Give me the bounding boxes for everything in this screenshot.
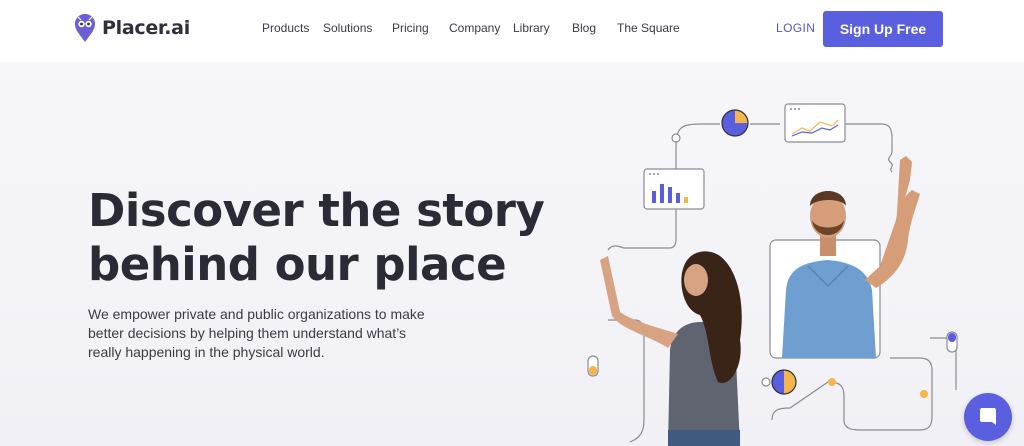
pie-chart-icon-bottom (771, 369, 797, 395)
nav-company[interactable]: Company (449, 21, 500, 35)
sign-up-button[interactable]: Sign Up Free (823, 11, 943, 47)
chat-button[interactable] (964, 393, 1012, 441)
connector-node (671, 133, 681, 143)
hero-headline: Discover the story behind our place (88, 184, 548, 292)
pie-chart-icon (721, 109, 749, 137)
man-photo (769, 156, 920, 359)
bar-chart-card-icon (643, 168, 705, 210)
capsule-marker-right (946, 331, 958, 353)
login-link[interactable]: LOGIN (776, 21, 815, 35)
chat-bubble-icon (980, 408, 996, 425)
nav-the-square[interactable]: The Square (617, 21, 680, 35)
connector-node (761, 377, 771, 387)
connector-dot (828, 378, 836, 386)
nav-products[interactable]: Products (262, 21, 309, 35)
nav-library[interactable]: Library (513, 21, 550, 35)
capsule-marker-left (587, 355, 599, 377)
site-header: Placer.ai Products Solutions Pricing Com… (0, 0, 1024, 62)
nav-blog[interactable]: Blog (572, 21, 596, 35)
hero-illustration (587, 103, 958, 446)
owl-pin-icon (75, 14, 95, 42)
line-chart-card-icon (784, 103, 846, 143)
connector-dot (920, 390, 928, 398)
nav-solutions[interactable]: Solutions (323, 21, 372, 35)
headline-line-1: Discover the story (88, 184, 545, 237)
hero-subtext: We empower private and public organizati… (88, 306, 425, 360)
brand-name: Placer.ai (102, 17, 190, 39)
brand-logo[interactable]: Placer.ai (74, 13, 190, 43)
headline-line-2: behind our place (88, 238, 507, 291)
nav-pricing[interactable]: Pricing (392, 21, 429, 35)
woman-photo (600, 251, 742, 446)
